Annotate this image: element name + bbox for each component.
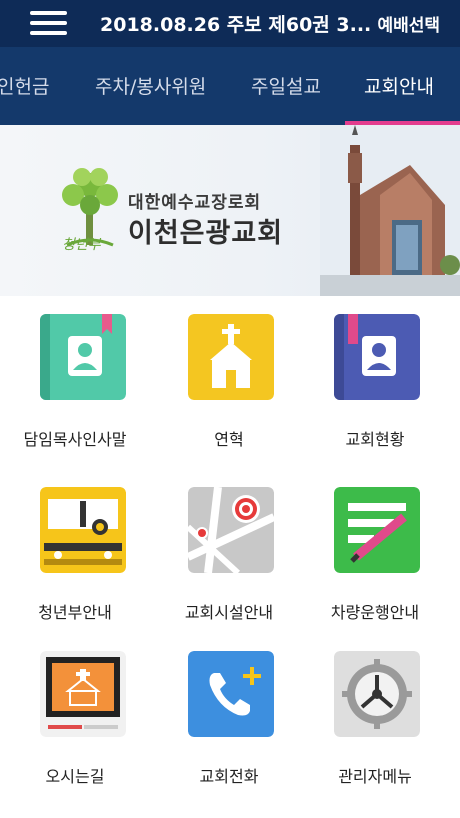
person-card-icon (334, 314, 420, 400)
menu-item-church-status[interactable]: 교회현황 (300, 314, 450, 464)
tab-bar: 인헌금 주차/봉사위원 주일설교 교회안내 (0, 47, 460, 125)
settings-gear-icon (334, 651, 420, 737)
tab-offering[interactable]: 인헌금 (0, 72, 49, 99)
menu-item-label: 담임목사인사말 (23, 430, 127, 449)
phone-icon (188, 651, 274, 737)
youth-logo-caption: 청년부 (62, 237, 101, 253)
top-app-bar: 2018.08.26 주보 제60권 3... 예배선택 (0, 0, 460, 47)
church-building-image (320, 125, 460, 296)
menu-item-label: 연혁 (214, 430, 244, 449)
menu-item-vehicle-schedule[interactable]: 차량운행안내 (300, 487, 450, 637)
church-name: 이천은광교회 (128, 218, 284, 249)
menu-item-admin-menu[interactable]: 관리자메뉴 (300, 651, 450, 801)
menu-item-label: 청년부안내 (38, 603, 112, 622)
map-pin-icon (188, 487, 274, 573)
bulletin-title[interactable]: 2018.08.26 주보 제60권 3... (100, 10, 371, 37)
menu-item-label: 오시는길 (45, 767, 105, 786)
tab-sunday-sermon[interactable]: 주일설교 (251, 72, 321, 99)
directions-icon (40, 651, 126, 737)
hamburger-menu-icon[interactable] (30, 10, 70, 36)
denomination-text: 대한예수교장로회 (128, 193, 262, 213)
menu-item-label: 관리자메뉴 (338, 767, 412, 786)
menu-item-church-phone[interactable]: 교회전화 (154, 651, 304, 801)
pastor-book-icon (40, 314, 126, 400)
menu-item-pastor-greeting[interactable]: 담임목사인사말 (0, 314, 150, 464)
menu-item-history[interactable]: 연혁 (154, 314, 304, 464)
chapel-icon (188, 314, 274, 400)
pencil-note-icon (334, 487, 420, 573)
menu-item-directions[interactable]: 오시는길 (0, 651, 150, 801)
menu-item-youth-guide[interactable]: 청년부안내 (0, 487, 150, 637)
menu-item-label: 교회전화 (199, 767, 259, 786)
tab-parking-volunteers[interactable]: 주차/봉사위원 (95, 72, 206, 99)
service-select-button[interactable]: 예배선택 (377, 11, 440, 36)
menu-item-label: 교회시설안내 (184, 603, 274, 622)
bus-icon (40, 487, 126, 573)
tab-church-info[interactable]: 교회안내 (364, 72, 434, 99)
menu-item-label: 차량운행안내 (330, 603, 420, 622)
church-banner: 청년부 대한예수교장로회 이천은광교회 (0, 125, 460, 296)
menu-item-label: 교회현황 (345, 430, 405, 449)
menu-item-facilities[interactable]: 교회시설안내 (154, 487, 304, 637)
